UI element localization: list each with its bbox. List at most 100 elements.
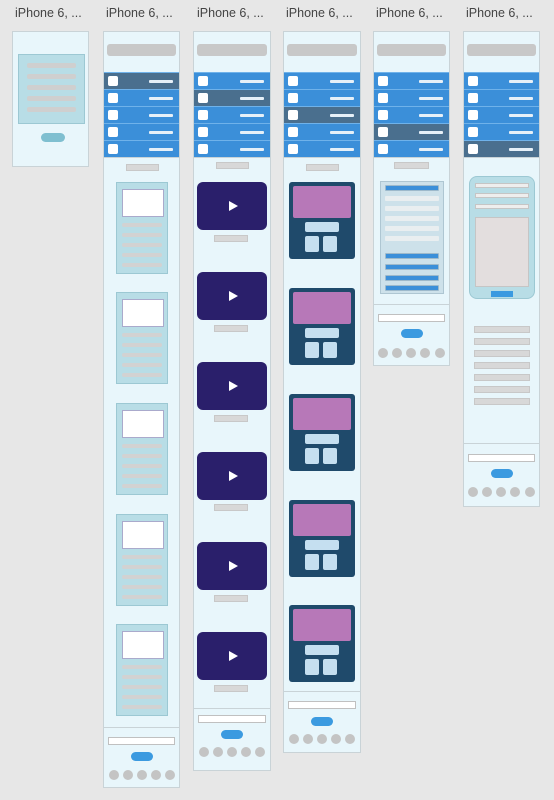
nav-item[interactable] xyxy=(464,123,539,140)
nav-item[interactable] xyxy=(194,106,270,123)
nav-item[interactable] xyxy=(374,123,449,140)
form-submit-button[interactable] xyxy=(491,291,513,297)
nav-item[interactable] xyxy=(374,140,449,157)
checkbox-icon[interactable] xyxy=(468,144,478,154)
product-option[interactable] xyxy=(305,659,319,675)
frame-product-list[interactable] xyxy=(283,31,361,753)
footer-button[interactable] xyxy=(491,469,513,478)
checkbox-icon[interactable] xyxy=(108,127,118,137)
footer-dot[interactable] xyxy=(255,747,265,757)
nav-item[interactable] xyxy=(194,72,270,89)
product-option[interactable] xyxy=(305,342,319,358)
footer-dot[interactable] xyxy=(227,747,237,757)
form-field[interactable] xyxy=(475,183,529,188)
footer-dot[interactable] xyxy=(303,734,313,744)
video-thumbnail[interactable] xyxy=(197,182,267,230)
video-thumbnail[interactable] xyxy=(197,272,267,320)
product-option[interactable] xyxy=(323,659,337,675)
form-field[interactable] xyxy=(475,193,529,198)
footer-dot[interactable] xyxy=(420,348,430,358)
nav-item[interactable] xyxy=(284,89,360,106)
footer-button[interactable] xyxy=(221,730,243,739)
nav-item[interactable] xyxy=(374,106,449,123)
form-panel[interactable] xyxy=(469,176,535,299)
video-thumbnail[interactable] xyxy=(197,542,267,590)
content-card[interactable] xyxy=(116,624,168,716)
table-row[interactable] xyxy=(385,226,439,231)
checkbox-icon[interactable] xyxy=(288,144,298,154)
footer-input[interactable] xyxy=(378,314,445,322)
footer-dot[interactable] xyxy=(241,747,251,757)
footer-dot[interactable] xyxy=(137,770,147,780)
footer-button[interactable] xyxy=(401,329,423,338)
table-row[interactable] xyxy=(385,196,439,201)
checkbox-icon[interactable] xyxy=(468,110,478,120)
product-card[interactable] xyxy=(289,605,355,682)
product-card[interactable] xyxy=(289,182,355,259)
checkbox-icon[interactable] xyxy=(288,127,298,137)
footer-dot[interactable] xyxy=(331,734,341,744)
nav-item[interactable] xyxy=(104,89,179,106)
footer-dot[interactable] xyxy=(109,770,119,780)
checkbox-icon[interactable] xyxy=(468,76,478,86)
checkbox-icon[interactable] xyxy=(288,93,298,103)
nav-item[interactable] xyxy=(464,106,539,123)
checkbox-icon[interactable] xyxy=(198,127,208,137)
product-option[interactable] xyxy=(323,342,337,358)
nav-item[interactable] xyxy=(284,123,360,140)
video-thumbnail[interactable] xyxy=(197,362,267,410)
table-row[interactable] xyxy=(385,216,439,221)
nav-item[interactable] xyxy=(374,72,449,89)
frame-video-list[interactable] xyxy=(193,31,271,771)
product-option[interactable] xyxy=(323,554,337,570)
footer-dot[interactable] xyxy=(435,348,445,358)
content-card[interactable] xyxy=(116,514,168,606)
checkbox-icon[interactable] xyxy=(198,110,208,120)
product-option[interactable] xyxy=(305,554,319,570)
nav-item[interactable] xyxy=(194,123,270,140)
footer-dot[interactable] xyxy=(345,734,355,744)
nav-item[interactable] xyxy=(104,72,179,89)
table-row[interactable] xyxy=(385,206,439,211)
modal-button[interactable] xyxy=(41,133,65,142)
tab-table[interactable] xyxy=(380,181,444,294)
table-highlight-row[interactable] xyxy=(385,253,439,259)
checkbox-icon[interactable] xyxy=(108,93,118,103)
checkbox-icon[interactable] xyxy=(378,127,388,137)
play-icon[interactable] xyxy=(229,291,238,301)
table-highlight-row[interactable] xyxy=(385,275,439,281)
footer-dot[interactable] xyxy=(213,747,223,757)
footer-dot[interactable] xyxy=(317,734,327,744)
checkbox-icon[interactable] xyxy=(198,76,208,86)
footer-dot[interactable] xyxy=(406,348,416,358)
footer-dot[interactable] xyxy=(468,487,478,497)
footer-dot[interactable] xyxy=(510,487,520,497)
checkbox-icon[interactable] xyxy=(108,76,118,86)
checkbox-icon[interactable] xyxy=(378,144,388,154)
frame-card-list[interactable] xyxy=(103,31,180,788)
video-thumbnail[interactable] xyxy=(197,452,267,500)
footer-dot[interactable] xyxy=(392,348,402,358)
nav-item[interactable] xyxy=(104,123,179,140)
product-option[interactable] xyxy=(323,236,337,252)
footer-input[interactable] xyxy=(198,715,266,723)
product-option[interactable] xyxy=(305,236,319,252)
checkbox-icon[interactable] xyxy=(468,93,478,103)
frame-form[interactable] xyxy=(463,31,540,507)
checkbox-icon[interactable] xyxy=(378,110,388,120)
checkbox-icon[interactable] xyxy=(378,93,388,103)
product-card[interactable] xyxy=(289,288,355,365)
footer-dot[interactable] xyxy=(151,770,161,780)
content-card[interactable] xyxy=(116,403,168,495)
nav-item[interactable] xyxy=(284,72,360,89)
form-field[interactable] xyxy=(475,204,529,209)
footer-dot[interactable] xyxy=(378,348,388,358)
footer-dot[interactable] xyxy=(525,487,535,497)
footer-dot[interactable] xyxy=(482,487,492,497)
product-option[interactable] xyxy=(305,448,319,464)
footer-dot[interactable] xyxy=(123,770,133,780)
footer-input[interactable] xyxy=(108,737,175,745)
footer-input[interactable] xyxy=(468,454,535,462)
product-card[interactable] xyxy=(289,394,355,471)
checkbox-icon[interactable] xyxy=(198,144,208,154)
